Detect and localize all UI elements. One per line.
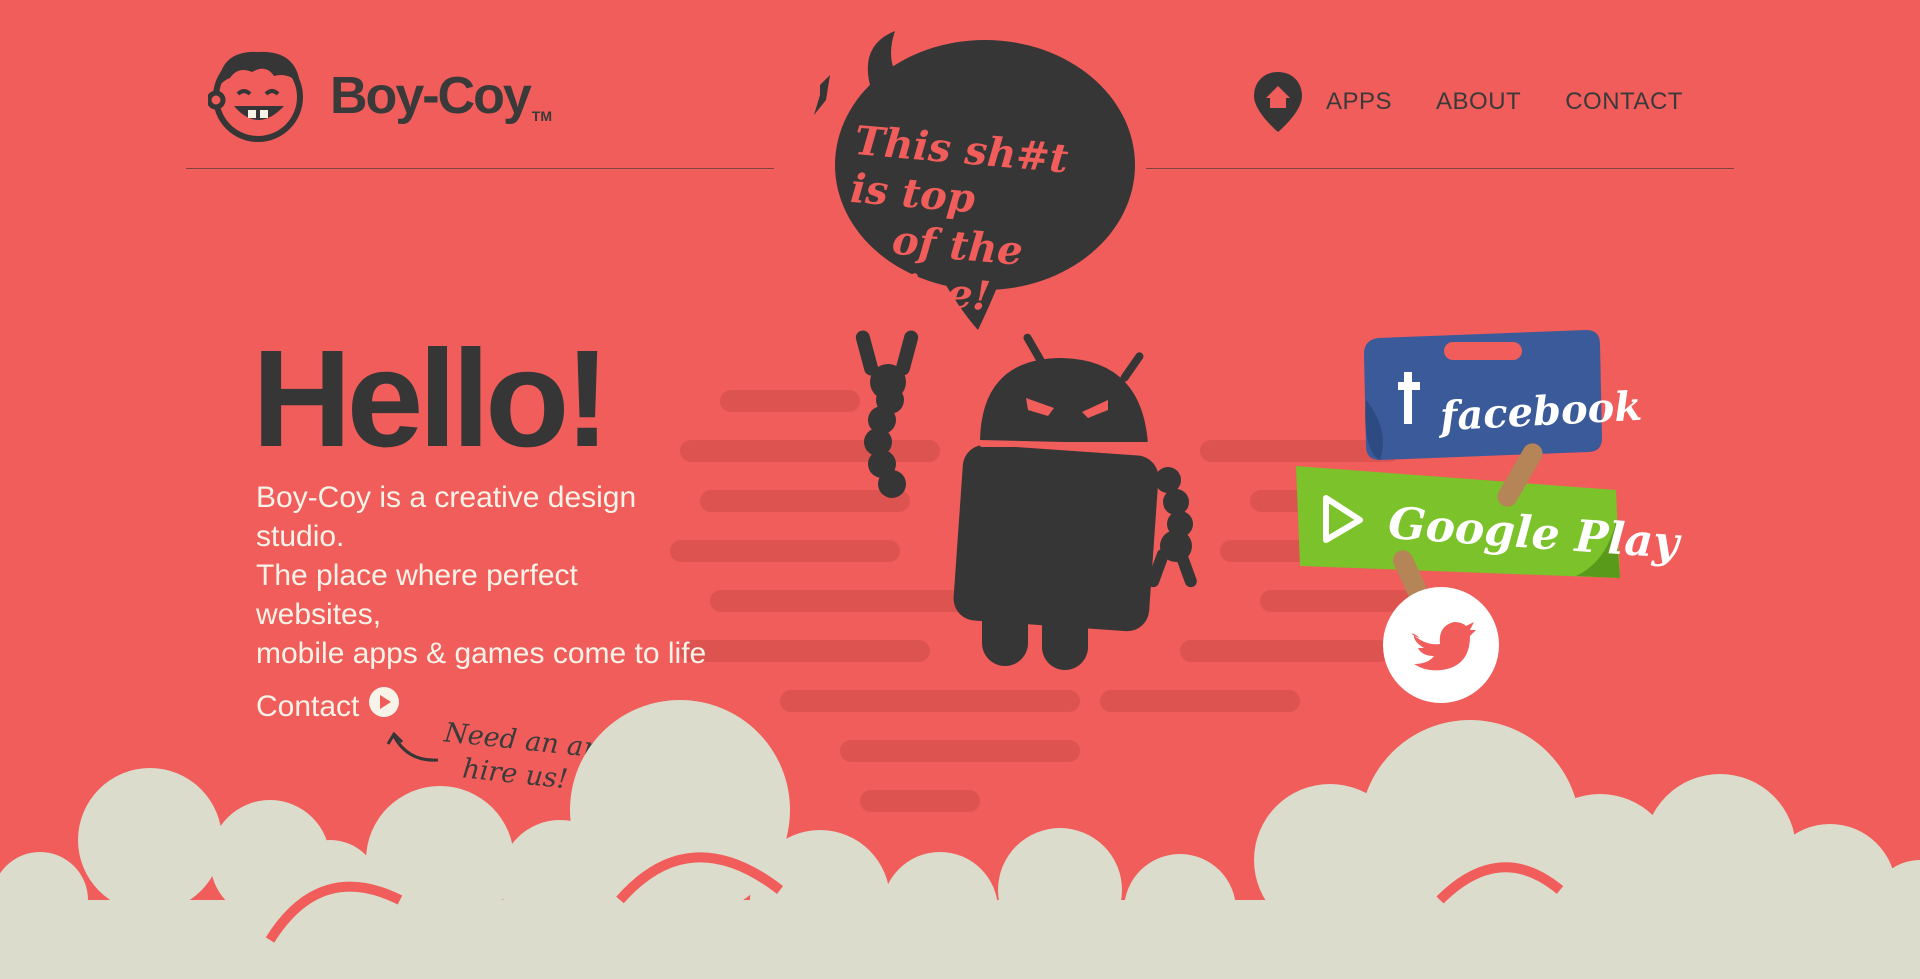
hero-heading: Hello! bbox=[252, 322, 610, 476]
hero-tagline: Boy-Coy is a creative design studio. The… bbox=[256, 478, 726, 673]
header-rule-left bbox=[186, 168, 774, 169]
facebook-label: facebook bbox=[1438, 382, 1644, 441]
main-nav: APPS ABOUT CONTACT bbox=[1252, 70, 1683, 134]
tagline-line: studio. bbox=[256, 520, 345, 553]
tagline-line: Boy-Coy is a creative design bbox=[256, 481, 637, 514]
nav-about[interactable]: ABOUT bbox=[1436, 88, 1521, 116]
brand-trademark: TM bbox=[531, 108, 553, 124]
header-rule-right bbox=[1146, 168, 1734, 169]
tagline-line: The place where perfect bbox=[256, 559, 578, 592]
android-robot-illustration bbox=[855, 330, 1197, 670]
brand-name[interactable]: Boy-Coy TM bbox=[330, 66, 552, 126]
boy-coy-logo-icon[interactable] bbox=[208, 42, 308, 142]
clouds-footer bbox=[0, 700, 1920, 979]
tagline-line: mobile apps & games come to life bbox=[256, 637, 707, 670]
speech-bubble-line-2: of the line! bbox=[886, 216, 1025, 321]
tagline-line: websites, bbox=[256, 598, 382, 631]
nav-apps[interactable]: APPS bbox=[1326, 88, 1392, 116]
nav-contact[interactable]: CONTACT bbox=[1565, 88, 1683, 116]
twitter-button[interactable] bbox=[1382, 586, 1500, 704]
speech-bubble-text: This sh#t is top of the line! bbox=[840, 117, 1116, 331]
brand-text: Boy-Coy bbox=[330, 67, 532, 125]
home-pin-icon[interactable] bbox=[1252, 70, 1304, 134]
bandage-icon bbox=[1497, 443, 1543, 507]
